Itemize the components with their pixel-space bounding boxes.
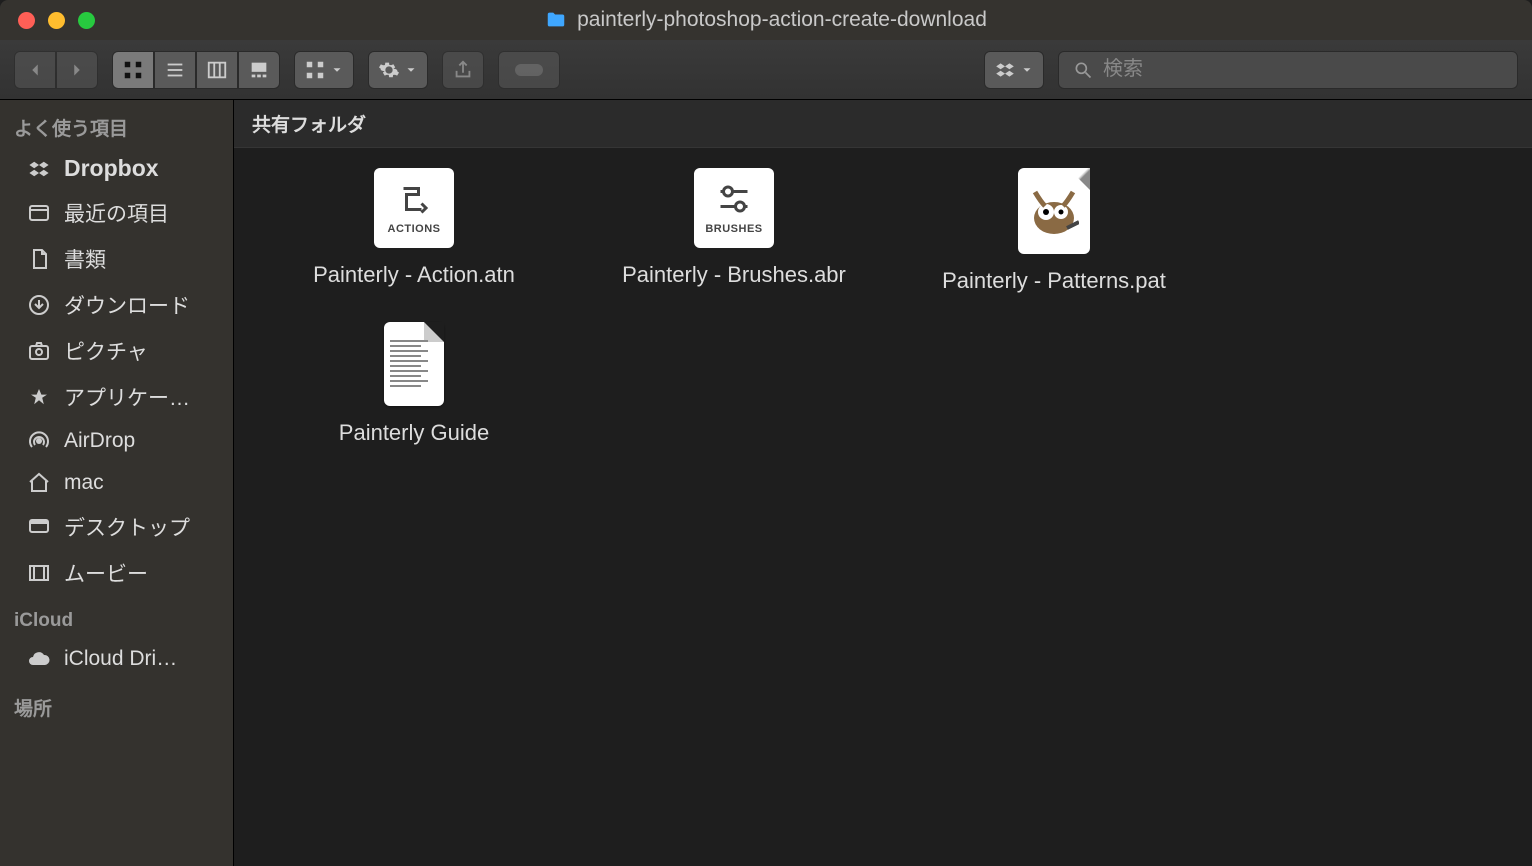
sidebar: よく使う項目 Dropbox 最近の項目 書類 ダウンロード ピクチャ アプリケ… <box>0 100 234 866</box>
gallery-view-button[interactable] <box>238 51 280 89</box>
file-icon <box>1018 168 1090 254</box>
sidebar-item-home[interactable]: mac <box>0 462 233 504</box>
window-controls <box>0 12 95 29</box>
toolbar <box>0 40 1532 100</box>
sidebar-item-label: AirDrop <box>64 429 135 453</box>
sidebar-item-label: 書類 <box>64 244 106 274</box>
sidebar-item-label: デスクトップ <box>64 512 190 542</box>
sidebar-item-label: mac <box>64 471 104 495</box>
window-title-text: painterly-photoshop-action-create-downlo… <box>577 8 987 32</box>
sidebar-item-desktop[interactable]: デスクトップ <box>0 504 233 550</box>
sidebar-item-applications[interactable]: アプリケー… <box>0 374 233 420</box>
file-label: Painterly - Action.atn <box>313 262 515 288</box>
sidebar-item-pictures[interactable]: ピクチャ <box>0 328 233 374</box>
cloud-icon <box>26 646 52 672</box>
sidebar-item-airdrop[interactable]: AirDrop <box>0 420 233 462</box>
share-icon <box>452 59 474 81</box>
file-icon: BRUSHES <box>694 168 774 248</box>
gimp-mascot-icon <box>1029 184 1079 238</box>
sidebar-item-movies[interactable]: ムービー <box>0 550 233 596</box>
view-group <box>112 51 280 89</box>
sidebar-item-label: ピクチャ <box>64 336 148 366</box>
document-lines-icon <box>390 340 438 387</box>
sidebar-item-icloud-drive[interactable]: iCloud Dri… <box>0 638 233 680</box>
sidebar-item-label: iCloud Dri… <box>64 647 177 671</box>
documents-icon <box>26 246 52 272</box>
back-button[interactable] <box>14 51 56 89</box>
search-icon <box>1073 60 1093 80</box>
file-icon <box>384 322 444 406</box>
list-view-button[interactable] <box>154 51 196 89</box>
file-badge: ACTIONS <box>388 223 441 235</box>
home-icon <box>26 470 52 496</box>
action-menu-button[interactable] <box>368 51 428 89</box>
groupby-group <box>294 51 354 89</box>
recent-icon <box>26 200 52 226</box>
groupby-button[interactable] <box>294 51 354 89</box>
share-button[interactable] <box>442 51 484 89</box>
sidebar-item-downloads[interactable]: ダウンロード <box>0 282 233 328</box>
sidebar-section-favorites: よく使う項目 <box>0 100 233 147</box>
tag-icon <box>515 64 543 76</box>
titlebar: painterly-photoshop-action-create-downlo… <box>0 0 1532 40</box>
sidebar-section-locations: 場所 <box>0 680 233 727</box>
search-field[interactable] <box>1058 51 1518 89</box>
sidebar-item-label: Dropbox <box>64 155 159 182</box>
sidebar-item-label: ダウンロード <box>64 290 190 320</box>
file-item[interactable]: BRUSHES Painterly - Brushes.abr <box>574 168 894 294</box>
apps-icon <box>26 384 52 410</box>
chevron-down-icon <box>1020 59 1034 81</box>
sidebar-item-dropbox[interactable]: Dropbox <box>0 147 233 190</box>
chevron-down-icon <box>330 59 344 81</box>
sidebar-item-label: 最近の項目 <box>64 198 169 228</box>
gear-icon <box>378 59 400 81</box>
file-icon: ACTIONS <box>374 168 454 248</box>
brushes-icon <box>716 181 752 217</box>
sidebar-item-recent[interactable]: 最近の項目 <box>0 190 233 236</box>
close-window[interactable] <box>18 12 35 29</box>
movies-icon <box>26 560 52 586</box>
file-badge: BRUSHES <box>705 223 762 235</box>
file-label: Painterly - Patterns.pat <box>942 268 1166 294</box>
icon-view-button[interactable] <box>112 51 154 89</box>
file-label: Painterly Guide <box>339 420 489 446</box>
airdrop-icon <box>26 428 52 454</box>
dropbox-menu-button[interactable] <box>984 51 1044 89</box>
search-input[interactable] <box>1103 58 1503 81</box>
main-pane: 共有フォルダ ACTIONS Painterly - Action.atn BR… <box>234 100 1532 866</box>
sidebar-item-documents[interactable]: 書類 <box>0 236 233 282</box>
tags-button[interactable] <box>498 51 560 89</box>
window-title: painterly-photoshop-action-create-downlo… <box>0 8 1532 32</box>
share-group <box>442 51 484 89</box>
minimize-window[interactable] <box>48 12 65 29</box>
grid-icon <box>304 59 326 81</box>
action-group <box>368 51 428 89</box>
camera-icon <box>26 338 52 364</box>
sidebar-item-label: アプリケー… <box>64 382 190 412</box>
dropbox-group <box>984 51 1044 89</box>
actions-icon <box>396 181 432 217</box>
downloads-icon <box>26 292 52 318</box>
chevron-down-icon <box>404 59 418 81</box>
dropbox-icon <box>994 59 1016 81</box>
tags-group <box>498 51 560 89</box>
sidebar-item-label: ムービー <box>64 558 148 588</box>
file-item[interactable]: ACTIONS Painterly - Action.atn <box>254 168 574 294</box>
dropbox-icon <box>26 156 52 182</box>
folder-icon <box>545 9 567 31</box>
sidebar-section-icloud: iCloud <box>0 596 233 638</box>
column-view-button[interactable] <box>196 51 238 89</box>
file-label: Painterly - Brushes.abr <box>622 262 846 288</box>
nav-group <box>14 51 98 89</box>
maximize-window[interactable] <box>78 12 95 29</box>
file-item[interactable]: Painterly Guide <box>254 322 574 446</box>
file-grid: ACTIONS Painterly - Action.atn BRUSHES P… <box>234 148 1532 866</box>
desktop-icon <box>26 514 52 540</box>
forward-button[interactable] <box>56 51 98 89</box>
file-item[interactable]: Painterly - Patterns.pat <box>894 168 1214 294</box>
folder-header: 共有フォルダ <box>234 100 1532 148</box>
